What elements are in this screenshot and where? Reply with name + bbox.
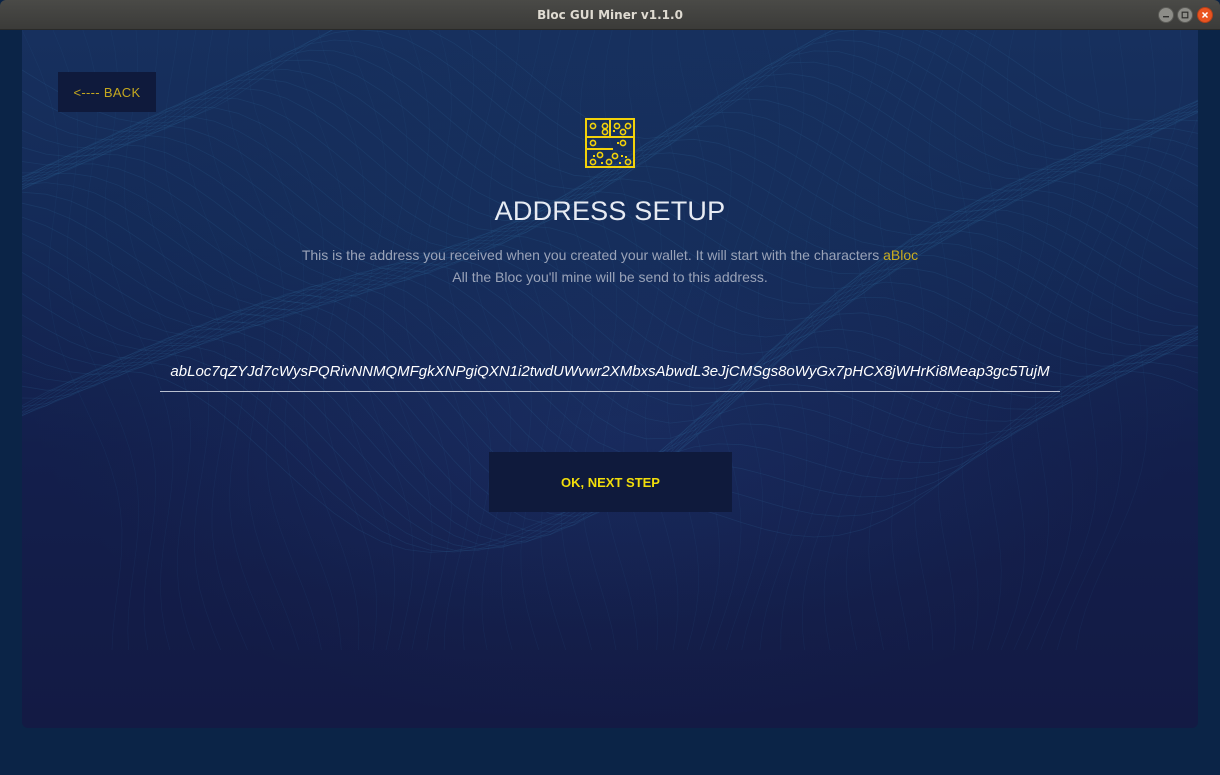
main-panel: <---- BACK ADDRESS SETUP This is the add…: [22, 30, 1198, 728]
description-line-1: This is the address you received when yo…: [22, 247, 1198, 263]
window-titlebar: Bloc GUI Miner v1.1.0: [0, 0, 1220, 30]
description-line-2: All the Bloc you'll mine will be send to…: [452, 269, 768, 285]
minimize-icon[interactable]: [1158, 7, 1174, 23]
address-prefix-highlight: aBloc: [883, 247, 919, 263]
next-step-button[interactable]: OK, NEXT STEP: [489, 452, 732, 512]
page-title: ADDRESS SETUP: [494, 196, 726, 226]
wallet-address-input[interactable]: [160, 352, 1060, 392]
description-text: This is the address you received when yo…: [301, 247, 884, 263]
maximize-icon[interactable]: [1177, 7, 1193, 23]
close-icon[interactable]: [1197, 7, 1213, 23]
bloc-circuit-logo-icon: [585, 118, 635, 168]
window-title: Bloc GUI Miner v1.1.0: [537, 8, 683, 22]
back-button[interactable]: <---- BACK: [58, 72, 156, 112]
